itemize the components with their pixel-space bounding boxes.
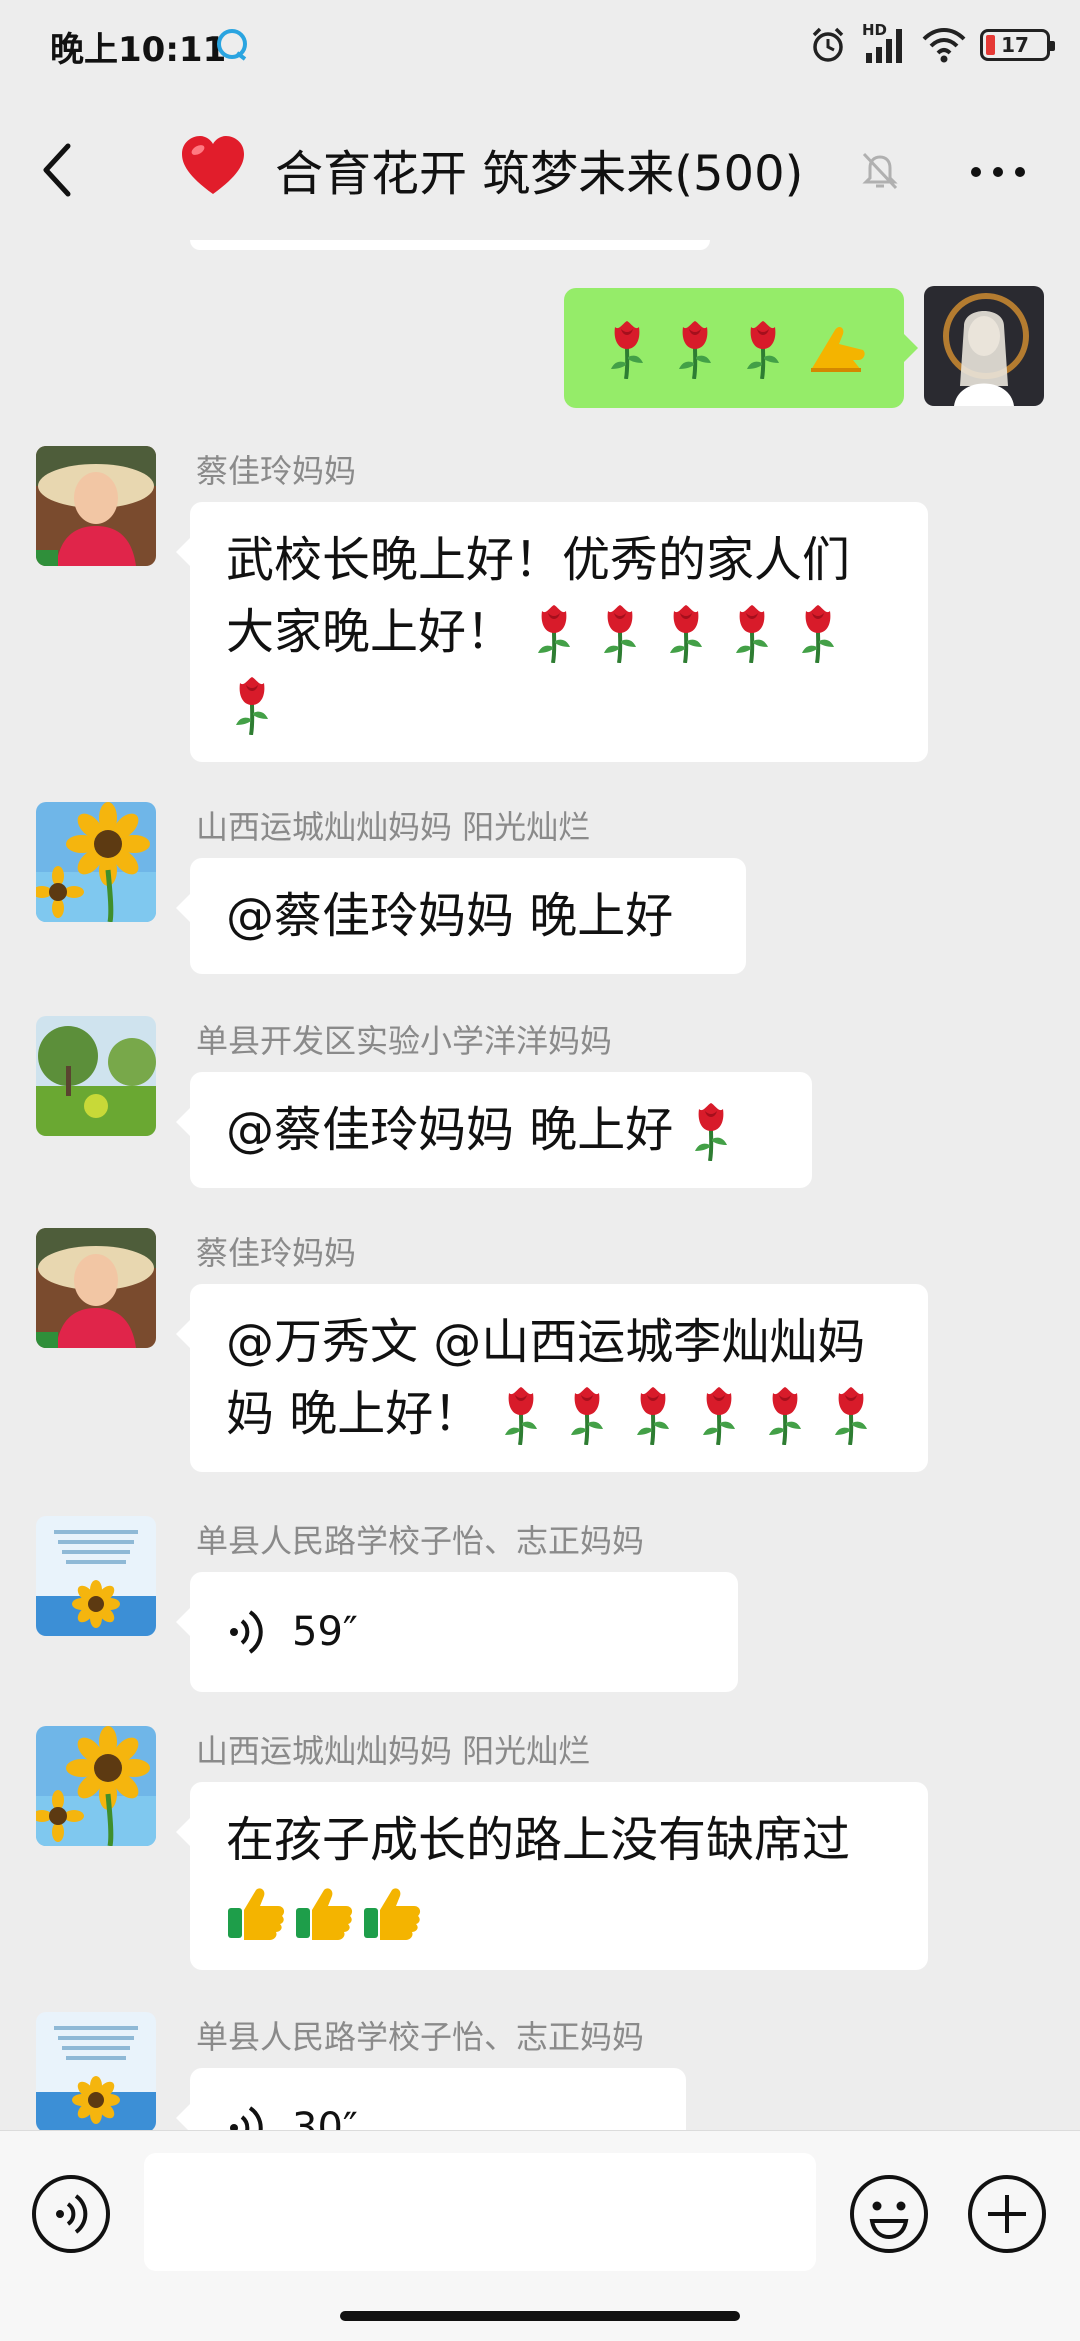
- rose-emoji: [495, 1383, 547, 1445]
- rose-emoji: [693, 1383, 745, 1445]
- message-item: 蔡佳玲妈妈 武校长晚上好！优秀的家人们 大家晚上好！: [0, 446, 1080, 776]
- message-input[interactable]: [144, 2153, 816, 2271]
- sender-name: 山西运城灿灿妈妈 阳光灿烂: [196, 808, 591, 846]
- message-item: 蔡佳玲妈妈 @万秀文 @山西运城李灿灿妈 妈 晚上好！: [0, 1228, 1080, 1488]
- rose-emoji: [825, 1383, 877, 1445]
- home-indicator[interactable]: [340, 2311, 740, 2321]
- chat-header: 合育花开 筑梦未来(500): [0, 90, 1080, 250]
- message-line: 大家晚上好！: [226, 596, 892, 668]
- voice-message: 30″: [226, 2092, 358, 2130]
- message-text: @蔡佳玲妈妈 晚上好: [226, 1102, 674, 1158]
- folded-hands-emoji: [811, 327, 865, 372]
- rose-emoji: [726, 601, 778, 663]
- sender-name: 单县人民路学校子怡、志正妈妈: [196, 1522, 645, 1560]
- rose-emoji: [660, 601, 712, 663]
- input-bar: [0, 2130, 1080, 2341]
- message-notification-icon: [215, 27, 249, 61]
- avatar[interactable]: [36, 446, 156, 566]
- message-text: @万秀文 @山西运城李灿灿妈: [226, 1314, 866, 1370]
- message-bubble[interactable]: @万秀文 @山西运城李灿灿妈 妈 晚上好！: [176, 1284, 928, 1472]
- more-dots-icon[interactable]: [968, 162, 1028, 182]
- message-item: 山西运城灿灿妈妈 阳光灿烂 @蔡佳玲妈妈 晚上好: [0, 802, 1080, 982]
- message-text: 妈 晚上好！: [226, 1386, 482, 1442]
- rose-emoji: [685, 1099, 737, 1161]
- thumbs-up-emoji: [226, 1882, 286, 1942]
- rose-emoji: [528, 601, 580, 663]
- avatar[interactable]: [36, 802, 156, 922]
- battery-icon: 17: [980, 29, 1055, 61]
- self-message-bubble[interactable]: [564, 288, 918, 408]
- message-item: 单县人民路学校子怡、志正妈妈 59″: [0, 1516, 1080, 1696]
- status-bar: 晚上10:11 HD 17: [0, 0, 1080, 90]
- voice-message-bubble[interactable]: 30″: [176, 2068, 686, 2130]
- voice-wave-icon: [226, 2103, 266, 2130]
- voice-message-bubble[interactable]: 59″: [176, 1572, 738, 1692]
- voice-message: 59″: [226, 1596, 358, 1668]
- message-bubble[interactable]: @蔡佳玲妈妈 晚上好: [176, 858, 746, 974]
- message-item: 山西运城灿灿妈妈 阳光灿烂 在孩子成长的路上没有缺席过: [0, 1726, 1080, 1970]
- message-text: 在孩子成长的路上没有缺席过: [226, 1812, 851, 1868]
- avatar[interactable]: [36, 1228, 156, 1348]
- plus-icon[interactable]: [966, 2173, 1048, 2255]
- message-text: @蔡佳玲妈妈 晚上好: [226, 888, 674, 944]
- avatar[interactable]: [36, 2012, 156, 2130]
- message-text: 大家晚上好！: [226, 604, 515, 660]
- emoji-icon[interactable]: [848, 2173, 930, 2255]
- thumbs-up-emoji: [362, 1882, 422, 1942]
- wifi-icon: [922, 25, 966, 65]
- voice-input-icon[interactable]: [30, 2173, 112, 2255]
- alarm-icon: [808, 25, 848, 65]
- rose-emoji: [759, 1383, 811, 1445]
- rose-emoji: [792, 601, 844, 663]
- message-text: 武校长晚上好！优秀的家人们: [226, 532, 851, 588]
- message-bubble[interactable]: 武校长晚上好！优秀的家人们 大家晚上好！: [176, 502, 928, 762]
- self-avatar[interactable]: [924, 286, 1044, 406]
- group-title: 合育花开 筑梦未来(500): [275, 146, 804, 202]
- voice-wave-icon: [226, 1607, 266, 1657]
- rose-emoji: [226, 673, 278, 735]
- bell-off-icon: [858, 148, 902, 192]
- rose-emoji: [737, 317, 789, 379]
- rose-emoji: [594, 601, 646, 663]
- rose-emoji: [561, 1383, 613, 1445]
- message-line: 妈 晚上好！: [226, 1378, 892, 1450]
- sender-name: 单县开发区实验小学洋洋妈妈: [196, 1022, 613, 1060]
- message-line: [226, 668, 892, 740]
- voice-duration: 59″: [292, 1609, 358, 1655]
- sender-name: 山西运城灿灿妈妈 阳光灿烂: [196, 1732, 591, 1770]
- rose-emoji: [627, 1383, 679, 1445]
- network-type-label: HD: [862, 21, 888, 39]
- chat-message-list[interactable]: 蔡佳玲妈妈 武校长晚上好！优秀的家人们 大家晚上好！ 山西运城灿灿妈妈 阳光灿烂…: [0, 240, 1080, 2130]
- sender-name: 蔡佳玲妈妈: [196, 452, 357, 490]
- status-icons: HD 17: [808, 21, 1055, 68]
- voice-duration: 30″: [292, 2105, 358, 2130]
- heart-icon: [178, 132, 248, 202]
- message-bubble[interactable]: @蔡佳玲妈妈 晚上好: [176, 1072, 812, 1188]
- cellular-signal-icon: HD: [862, 21, 908, 65]
- rose-emoji: [601, 317, 653, 379]
- emoji-row: [601, 317, 867, 379]
- back-arrow-icon[interactable]: [38, 140, 78, 200]
- message-item: 单县人民路学校子怡、志正妈妈 30″: [0, 2012, 1080, 2130]
- sender-name: 单县人民路学校子怡、志正妈妈: [196, 2018, 645, 2056]
- message-bubble[interactable]: 在孩子成长的路上没有缺席过: [176, 1782, 928, 1970]
- avatar[interactable]: [36, 1516, 156, 1636]
- status-time: 晚上10:11: [50, 30, 227, 70]
- battery-level: 17: [1001, 33, 1029, 57]
- avatar[interactable]: [36, 1016, 156, 1136]
- rose-emoji: [669, 317, 721, 379]
- message-line: [226, 1876, 892, 1948]
- message-self: [0, 240, 1080, 420]
- message-item: 单县开发区实验小学洋洋妈妈 @蔡佳玲妈妈 晚上好: [0, 1016, 1080, 1196]
- sender-name: 蔡佳玲妈妈: [196, 1234, 357, 1272]
- thumbs-up-emoji: [294, 1882, 354, 1942]
- avatar[interactable]: [36, 1726, 156, 1846]
